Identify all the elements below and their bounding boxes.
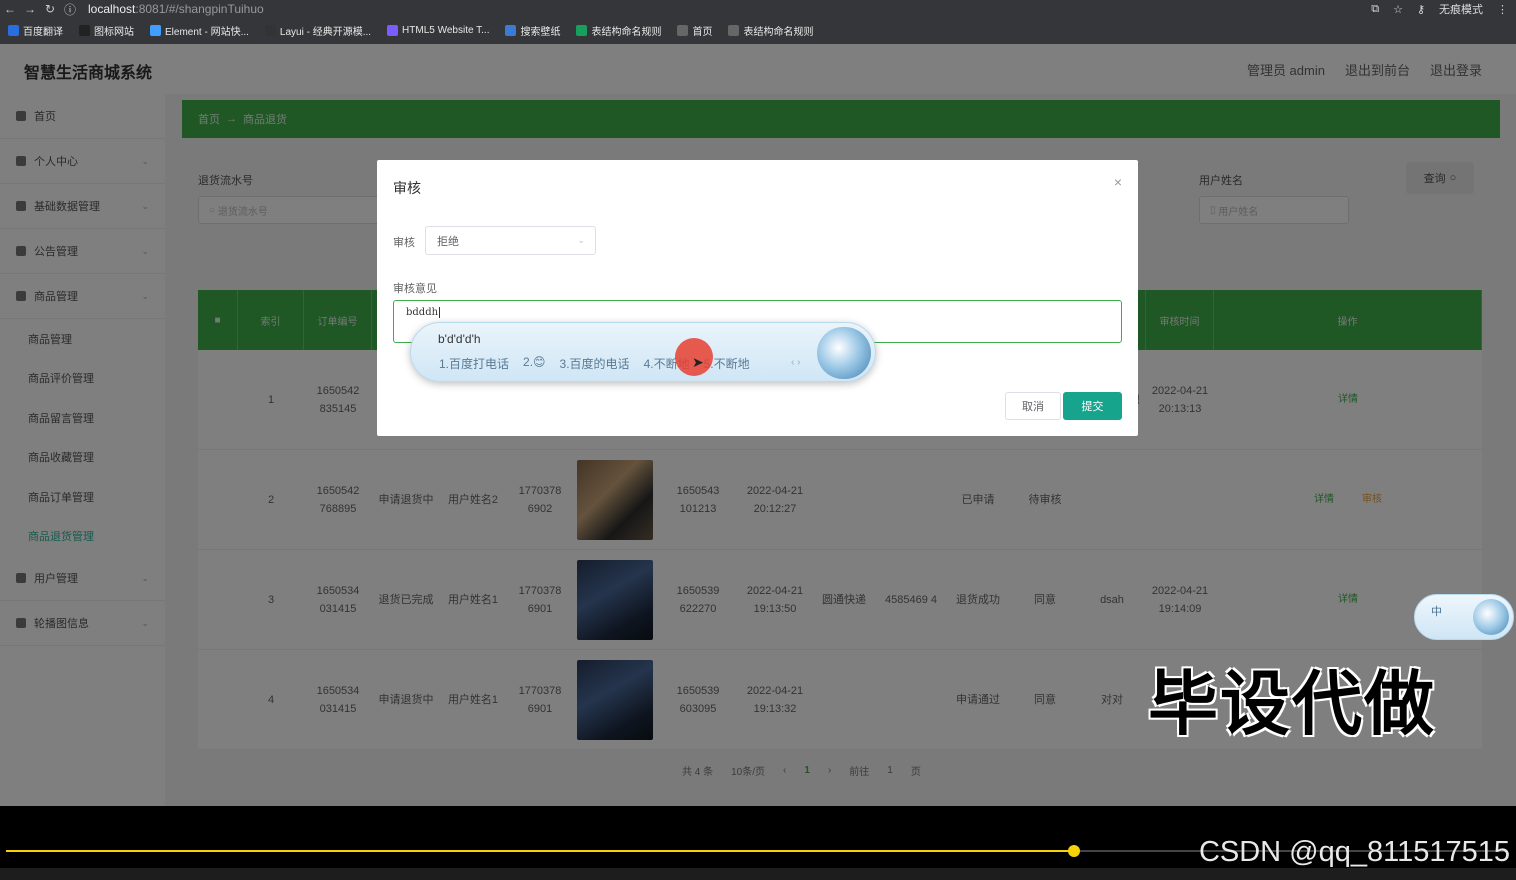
ime-skin-decoration-icon [817,327,871,379]
ime-mode-label: 中 [1431,606,1442,618]
bookmark-label: 表结构命名规则 [743,26,814,38]
video-controls-strip [0,868,1516,880]
bookmark-item[interactable]: 搜索壁纸 [505,23,560,38]
back-icon[interactable]: ← [0,2,20,16]
bookmark-item[interactable]: 表结构命名规则 [728,23,813,38]
star-icon[interactable]: ☆ [1393,3,1403,16]
bookmark-item[interactable]: HTML5 Website T... [387,24,490,36]
bookmark-icon [8,24,19,36]
forward-icon[interactable]: → [20,2,40,16]
key-icon[interactable]: ⚷ [1417,3,1425,16]
info-icon[interactable]: ⓘ [60,1,80,18]
bookmark-label: Element - 网站快... [165,26,249,38]
ime-candidate[interactable]: 2.😊 [523,355,546,372]
bookmark-label: 搜索壁纸 [520,26,561,38]
ime-candidate-panel: b'd'd'd'h 1.百度打电话 2.😊 3.百度的电话 4.不断地 5.不断地 ‹ … [410,322,876,382]
bookmark-icon [576,24,588,36]
browser-actions: ⧉ ☆ ⚷ 无痕模式 ⋮ [1371,0,1508,18]
bookmark-icon [728,24,740,36]
video-progress-fill [6,850,1074,852]
browser-chrome: ← → ↻ ⓘ localhost:8081/#/shangpinTuihuo … [0,0,1516,44]
close-icon[interactable]: × [1114,174,1122,190]
bookmark-label: 表结构命名规则 [591,26,662,38]
bookmark-item[interactable]: 百度翻译 [8,23,63,38]
audit-dialog: 审核 × 审核 拒绝 ⌄ 审核意见 bdddh 取消 提交 [377,160,1138,436]
url-host: localhost [88,2,136,16]
ime-candidate[interactable]: 3.百度的电话 [560,355,630,372]
bookmark-icon [79,24,90,36]
reload-icon[interactable]: ↻ [40,2,60,16]
url-path: :8081/#/shangpinTuihuo [135,2,264,16]
address-bar-row: ← → ↻ ⓘ localhost:8081/#/shangpinTuihuo … [0,0,1516,18]
ime-status-widget[interactable]: 中 [1414,594,1514,640]
ime-mini-decoration-icon [1473,599,1509,635]
ime-page-arrows-icon[interactable]: ‹ › [791,357,800,368]
bookmark-label: 图标网站 [94,26,134,38]
incognito-label[interactable]: 无痕模式 [1439,1,1483,17]
cancel-button[interactable]: 取消 [1005,392,1061,420]
audit-select[interactable]: 拒绝 ⌄ [425,226,596,255]
watermark-text: 毕设代做 [1148,665,1436,743]
ime-pinyin: b'd'd'd'h [438,332,481,346]
bookmark-item[interactable]: 图标网站 [79,23,134,38]
audit-select-value: 拒绝 [437,235,459,248]
bookmark-item[interactable]: Layui - 经典开源模... [264,23,372,38]
ime-candidate[interactable]: 1.百度打电话 [439,355,509,372]
bookmark-item[interactable]: 首页 [677,23,712,38]
mouse-pointer-icon: ➤ [692,354,704,370]
chevron-down-icon: ⌄ [577,235,585,245]
video-progress-knob[interactable] [1068,845,1080,857]
bookmark-item[interactable]: 表结构命名规则 [576,23,661,38]
bookmark-label: HTML5 Website T... [402,24,490,36]
opinion-text: bdddh [406,307,439,318]
bookmark-icon [387,24,399,36]
bookmark-label: 首页 [692,26,713,38]
bookmark-icon [264,24,276,36]
bookmark-label: 百度翻译 [23,26,63,38]
submit-button[interactable]: 提交 [1063,392,1122,420]
bookmark-label: Layui - 经典开源模... [279,26,372,38]
dialog-title: 审核 [393,180,421,196]
bookmark-item[interactable]: Element - 网站快... [150,23,249,38]
bookmark-icon [505,24,517,36]
bookmark-icon [677,24,689,36]
opinion-label: 审核意见 [393,283,437,295]
audit-field-label: 审核 [393,237,415,249]
video-player-bar: CSDN @qq_811517515 [0,806,1516,880]
text-cursor [439,307,441,318]
bookmark-icon [150,24,161,36]
credit-text: CSDN @qq_811517515 [1198,836,1510,868]
bookmarks-bar: 百度翻译 图标网站 Element - 网站快... Layui - 经典开源模...… [0,18,1516,42]
menu-icon[interactable]: ⋮ [1497,3,1508,16]
translate-icon[interactable]: ⧉ [1371,3,1379,16]
url-field[interactable]: localhost:8081/#/shangpinTuihuo [88,2,264,16]
